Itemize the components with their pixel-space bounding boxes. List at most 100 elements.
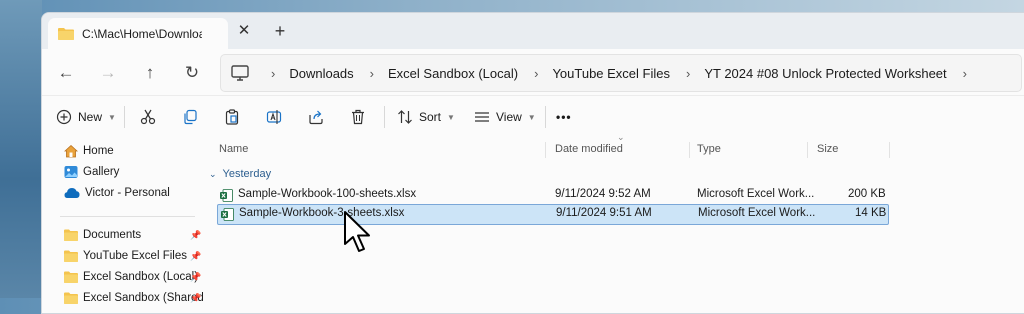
copy-button[interactable] bbox=[182, 104, 198, 130]
content-area: Home Gallery Victor - Personal Documents… bbox=[42, 132, 1024, 313]
file-type: Microsoft Excel Work... bbox=[698, 207, 816, 219]
rename-icon bbox=[266, 110, 282, 124]
new-button[interactable]: New ▼ bbox=[56, 104, 116, 130]
column-divider[interactable] bbox=[889, 142, 890, 158]
folder-icon bbox=[58, 28, 74, 40]
breadcrumb-item-youtube-excel-files[interactable]: YouTube Excel Files bbox=[552, 66, 670, 81]
breadcrumb[interactable]: › Downloads › Excel Sandbox (Local) › Yo… bbox=[220, 54, 1022, 92]
back-button[interactable]: ← bbox=[54, 61, 78, 85]
divider bbox=[124, 106, 125, 128]
share-icon bbox=[309, 110, 323, 125]
more-options-button[interactable]: ••• bbox=[556, 104, 572, 130]
address-bar: ← → ↑ ↻ › Downloads › Excel Sandbox (Loc… bbox=[42, 49, 1024, 95]
file-size: 14 KB bbox=[855, 207, 887, 219]
sidebar-item-onedrive[interactable]: Victor - Personal bbox=[64, 184, 170, 202]
group-header-yesterday[interactable]: ⌄ Yesterday bbox=[209, 168, 271, 180]
view-button[interactable]: View ▼ bbox=[474, 104, 536, 130]
sidebar-item-gallery[interactable]: Gallery bbox=[64, 163, 119, 181]
scissors-icon bbox=[140, 109, 156, 125]
sidebar-item-youtube-excel-files[interactable]: YouTube Excel Files bbox=[64, 247, 187, 265]
file-explorer-window: C:\Mac\Home\Downloads\Exc ✕ + ← → ↑ ↻ › … bbox=[41, 12, 1024, 314]
divider bbox=[60, 216, 195, 217]
cloud-icon bbox=[64, 188, 80, 198]
sidebar-item-label: Excel Sandbox (Local) bbox=[83, 271, 199, 283]
mouse-cursor-icon bbox=[344, 211, 370, 252]
tab-downloads[interactable]: C:\Mac\Home\Downloads\Exc bbox=[48, 18, 228, 49]
cut-button[interactable] bbox=[140, 104, 156, 130]
sidebar-item-label: YouTube Excel Files bbox=[83, 250, 187, 262]
excel-file-icon bbox=[221, 208, 234, 221]
group-label: Yesterday bbox=[222, 168, 272, 180]
folder-icon bbox=[64, 271, 78, 283]
sidebar-item-home[interactable]: Home bbox=[64, 142, 114, 160]
pin-icon[interactable]: 📌 bbox=[190, 230, 201, 241]
chevron-right-icon[interactable]: › bbox=[534, 66, 538, 81]
column-header-type[interactable]: Type bbox=[697, 143, 721, 155]
file-size: 200 KB bbox=[848, 188, 886, 200]
refresh-button[interactable]: ↻ bbox=[180, 61, 204, 85]
sidebar-item-documents[interactable]: Documents bbox=[64, 226, 141, 244]
forward-button[interactable]: → bbox=[96, 61, 120, 85]
chevron-right-icon[interactable]: › bbox=[271, 66, 275, 81]
share-button[interactable] bbox=[308, 104, 324, 130]
sidebar-item-excel-sandbox-shared[interactable]: Excel Sandbox (Shared bbox=[64, 289, 204, 307]
pin-icon[interactable]: 📌 bbox=[190, 293, 201, 304]
sidebar-item-label: Home bbox=[83, 145, 114, 157]
sidebar-item-label: Gallery bbox=[83, 166, 120, 178]
chevron-down-icon: ⌄ bbox=[617, 132, 625, 142]
up-button[interactable]: ↑ bbox=[138, 61, 162, 85]
sidebar-item-excel-sandbox-local[interactable]: Excel Sandbox (Local) bbox=[64, 268, 198, 286]
sidebar-item-label: Documents bbox=[83, 229, 142, 241]
chevron-down-icon: ▼ bbox=[527, 112, 536, 122]
sidebar-item-label: Excel Sandbox (Shared bbox=[83, 292, 204, 304]
chevron-right-icon[interactable]: › bbox=[370, 66, 374, 81]
pin-icon[interactable]: 📌 bbox=[190, 272, 201, 283]
breadcrumb-item-downloads[interactable]: Downloads bbox=[289, 66, 353, 81]
folder-icon bbox=[64, 229, 78, 241]
sort-icon bbox=[398, 110, 412, 124]
chevron-right-icon[interactable]: › bbox=[686, 66, 690, 81]
paste-button[interactable] bbox=[224, 104, 240, 130]
file-date: 9/11/2024 9:52 AM bbox=[555, 188, 651, 200]
column-divider[interactable] bbox=[807, 142, 808, 158]
new-tab-button[interactable]: + bbox=[270, 21, 290, 41]
file-name: Sample-Workbook-100-sheets.xlsx bbox=[238, 188, 417, 200]
home-icon bbox=[64, 144, 78, 158]
sort-button[interactable]: Sort ▼ bbox=[397, 104, 455, 130]
delete-button[interactable] bbox=[350, 104, 366, 130]
column-header-date[interactable]: Date modified bbox=[555, 143, 623, 155]
rename-button[interactable] bbox=[266, 104, 282, 130]
sort-label: Sort bbox=[419, 110, 442, 124]
file-list: Name Date modified ⌄ Type Size ⌄ Yesterd… bbox=[207, 132, 1024, 313]
gallery-icon bbox=[64, 166, 78, 178]
new-label: New bbox=[78, 110, 103, 124]
breadcrumb-item-excel-sandbox[interactable]: Excel Sandbox (Local) bbox=[388, 66, 518, 81]
close-tab-button[interactable]: ✕ bbox=[234, 21, 254, 41]
column-divider[interactable] bbox=[689, 142, 690, 158]
excel-file-icon bbox=[220, 189, 233, 202]
column-divider[interactable] bbox=[545, 142, 546, 158]
clipboard-icon bbox=[225, 109, 239, 125]
file-name: Sample-Workbook-3-sheets.xlsx bbox=[239, 207, 405, 219]
file-date: 9/11/2024 9:51 AM bbox=[556, 207, 652, 219]
column-header-name[interactable]: Name bbox=[219, 143, 248, 155]
monitor-icon bbox=[231, 65, 249, 81]
tab-bar: C:\Mac\Home\Downloads\Exc ✕ + bbox=[42, 13, 1024, 49]
chevron-down-icon: ⌄ bbox=[209, 168, 217, 179]
command-bar: New ▼ Sort ▼ View ▼ ••• bbox=[42, 95, 1024, 139]
folder-icon bbox=[64, 292, 78, 304]
desktop-background bbox=[0, 0, 42, 298]
navigation-pane: Home Gallery Victor - Personal Documents… bbox=[42, 138, 204, 313]
table-row-selected[interactable]: Sample-Workbook-3-sheets.xlsx 9/11/2024 … bbox=[217, 204, 889, 225]
chevron-down-icon: ▼ bbox=[447, 112, 455, 122]
plus-circle-icon bbox=[56, 109, 72, 125]
sidebar-item-label: Victor - Personal bbox=[85, 187, 170, 199]
chevron-right-icon[interactable]: › bbox=[963, 66, 967, 81]
breadcrumb-item-current-folder[interactable]: YT 2024 #08 Unlock Protected Worksheet bbox=[704, 66, 946, 81]
column-header-size[interactable]: Size bbox=[817, 143, 838, 155]
trash-icon bbox=[352, 109, 364, 125]
file-type: Microsoft Excel Work... bbox=[697, 188, 815, 200]
copy-icon bbox=[184, 109, 197, 125]
pin-icon[interactable]: 📌 bbox=[190, 251, 201, 262]
table-row[interactable]: Sample-Workbook-100-sheets.xlsx 9/11/202… bbox=[217, 186, 887, 205]
